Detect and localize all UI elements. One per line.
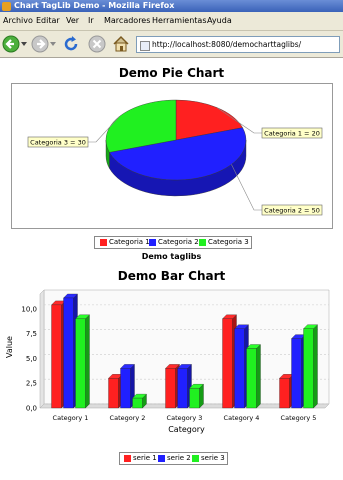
page-content: Demo Pie Chart Categoria 1 = 20 Categoria… xyxy=(0,58,343,480)
bar-x-tick: Category 3 xyxy=(167,414,203,422)
bar-y-axis-label: Value xyxy=(5,336,14,358)
pie-chart-title: Demo Pie Chart xyxy=(118,66,225,80)
bar xyxy=(189,388,200,409)
pie-legend-swatch xyxy=(100,239,107,246)
bar xyxy=(303,328,314,409)
navigation-toolbar: http://localhost:8080/democharttaglibs/ xyxy=(0,31,343,58)
pie-label-text: Categoria 1 = 20 xyxy=(264,130,320,138)
bar-legend-label: serie 3 xyxy=(201,454,225,462)
bar xyxy=(165,368,176,409)
page-icon xyxy=(140,41,150,51)
bar-chart: 0,0 2,5 5,0 7,5 10,0 Category 1 Category 2 Cate… xyxy=(5,289,330,434)
bar xyxy=(108,378,119,409)
bar xyxy=(291,338,302,409)
bar-x-axis-label: Category xyxy=(168,425,205,434)
bar-legend: serie 1 serie 2 serie 3 xyxy=(119,452,228,465)
pie-legend-label: Categoria 3 xyxy=(208,238,249,246)
reload-icon[interactable] xyxy=(62,35,80,53)
pie-legend-swatch xyxy=(149,239,156,246)
bar xyxy=(120,368,131,409)
bar-y-tick: 2,5 xyxy=(26,380,37,388)
bar-legend-label: serie 2 xyxy=(167,454,191,462)
menu-marcadores[interactable]: Marcadores xyxy=(104,16,150,25)
firefox-icon xyxy=(2,2,11,11)
bar-legend-swatch xyxy=(158,455,165,462)
pie-subtitle: Demo taglibs xyxy=(141,252,202,261)
bar xyxy=(222,318,233,409)
bar xyxy=(234,328,245,409)
menu-ayuda[interactable]: Ayuda xyxy=(207,16,232,25)
bar-side xyxy=(85,314,90,409)
bar-side xyxy=(313,324,318,409)
address-url: http://localhost:8080/democharttaglibs/ xyxy=(152,40,302,49)
bar xyxy=(246,348,257,409)
back-dropdown-icon[interactable] xyxy=(21,42,27,46)
pie-chart: Categoria 1 = 20 Categoria 2 = 50 Categori… xyxy=(27,99,323,216)
bar-x-tick: Category 5 xyxy=(281,414,317,422)
bar-legend-swatch xyxy=(124,455,131,462)
bar-x-tick: Category 1 xyxy=(53,414,89,422)
window-titlebar: Chart TagLib Demo - Mozilla Firefox xyxy=(0,0,343,12)
bar xyxy=(132,397,143,409)
bar-y-tick: 7,5 xyxy=(26,330,37,338)
menu-archivo[interactable]: Archivo xyxy=(3,16,33,25)
menu-herramientas[interactable]: Herramientas xyxy=(152,16,207,25)
back-arrow-icon[interactable] xyxy=(2,35,20,53)
bar-y-tick: 0,0 xyxy=(26,405,37,413)
pie-plot-area: Categoria 1 = 20 Categoria 2 = 50 Categori… xyxy=(11,83,333,229)
bar-y-tick: 10,0 xyxy=(21,305,37,313)
menu-ir[interactable]: Ir xyxy=(88,16,94,25)
bar-x-tick: Category 2 xyxy=(110,414,146,422)
forward-dropdown-icon[interactable] xyxy=(50,42,56,46)
pie-legend-label: Categoria 2 xyxy=(158,238,199,246)
home-icon[interactable] xyxy=(112,35,130,53)
pie-legend-swatch xyxy=(199,239,206,246)
bar-chart-title: Demo Bar Chart xyxy=(117,269,226,283)
pie-legend-label: Categoria 1 xyxy=(109,238,150,246)
bar-y-tick: 5,0 xyxy=(26,355,37,363)
bar-x-tick: Category 4 xyxy=(224,414,260,422)
menu-editar[interactable]: Editar xyxy=(36,16,60,25)
pie-legend: Categoria 1 Categoria 2 Categoria 3 xyxy=(94,236,252,249)
bar xyxy=(177,368,188,409)
bar xyxy=(75,318,86,409)
bar-legend-swatch xyxy=(192,455,199,462)
menu-bar: Archivo Editar Ver Ir Marcadores Herrami… xyxy=(0,12,343,31)
forward-arrow-icon[interactable] xyxy=(31,35,49,53)
bar-legend-label: serie 1 xyxy=(133,454,157,462)
stop-icon[interactable] xyxy=(88,35,106,53)
pie-label-text: Categoria 2 = 50 xyxy=(264,207,320,215)
bar xyxy=(279,378,290,409)
pie-label-text: Categoria 3 = 30 xyxy=(30,139,86,147)
bar-plot-side-wall xyxy=(39,289,45,409)
bar-side xyxy=(256,344,261,409)
address-bar[interactable]: http://localhost:8080/democharttaglibs/ xyxy=(136,36,340,53)
bar xyxy=(63,297,74,409)
bar xyxy=(51,304,62,409)
menu-ver[interactable]: Ver xyxy=(66,16,79,25)
window-title: Chart TagLib Demo - Mozilla Firefox xyxy=(14,1,175,10)
